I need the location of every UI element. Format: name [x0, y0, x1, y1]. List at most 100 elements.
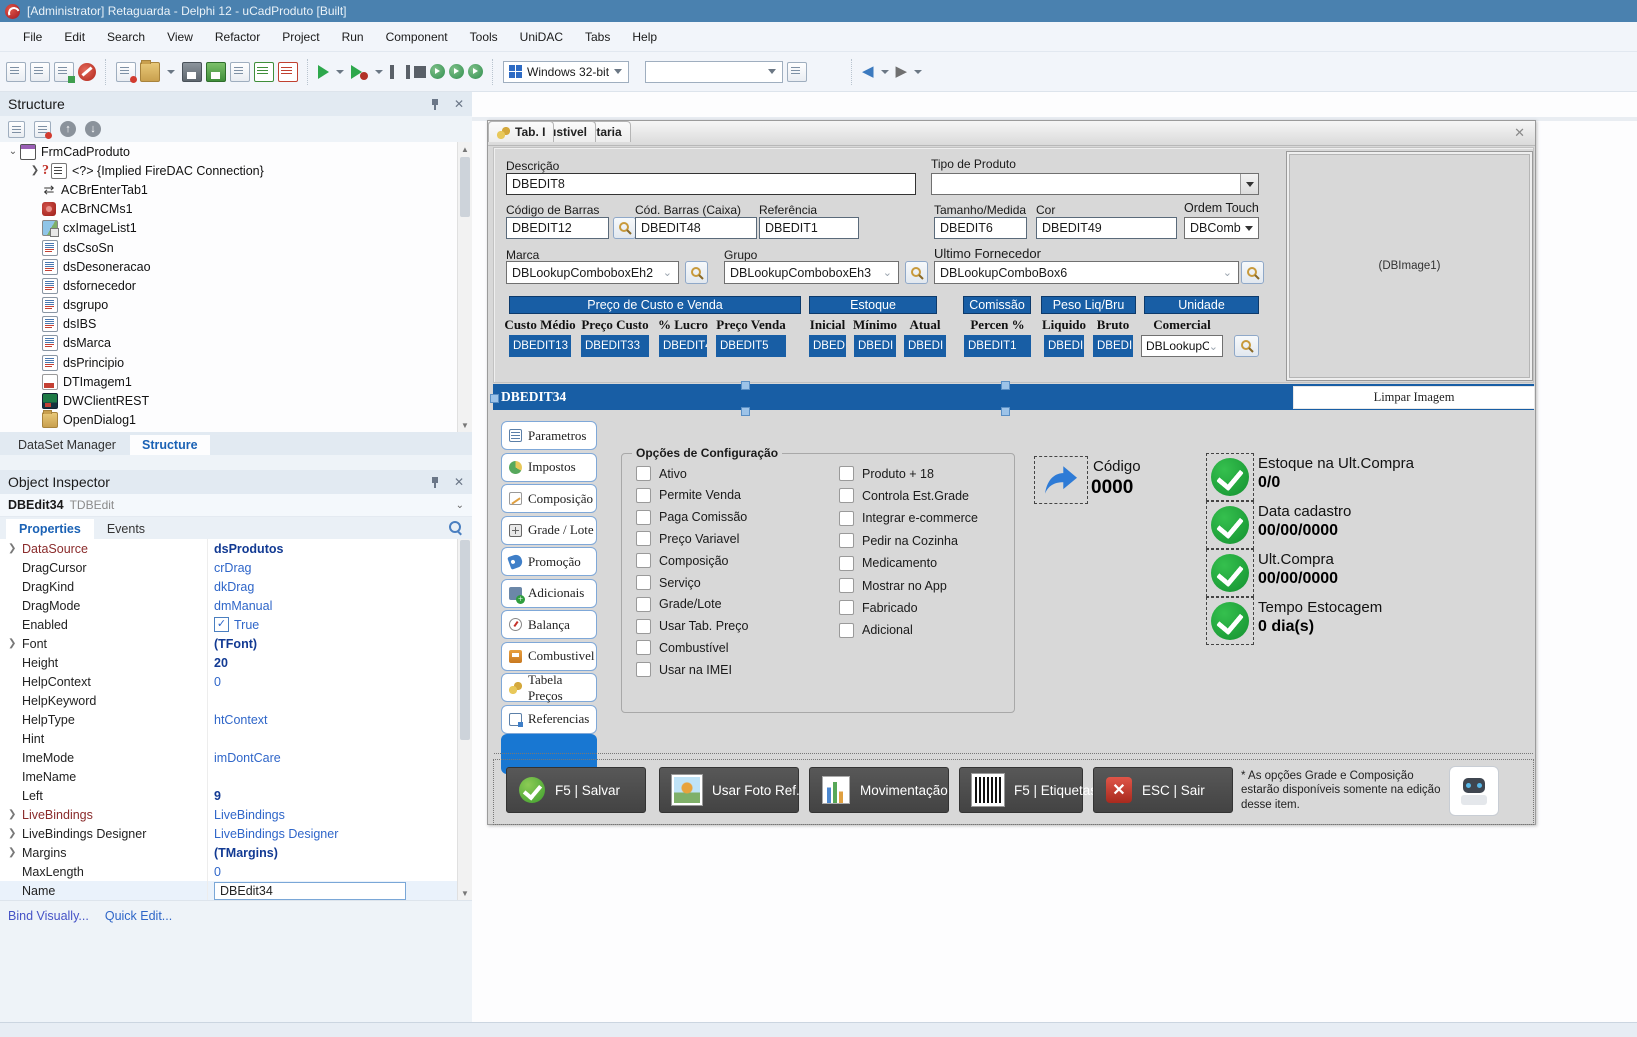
property-row-imemode[interactable]: ImeModeimDontCare — [0, 748, 472, 767]
structure-scrollbar[interactable]: ▲ ▼ — [457, 142, 472, 432]
expand-icon[interactable]: ❯ — [8, 543, 22, 554]
disable-icon[interactable] — [78, 63, 96, 81]
property-row-datasource[interactable]: ❯DataSourcedsProdutos — [0, 539, 472, 558]
price-field-m-nimo[interactable]: DBEDI — [854, 335, 896, 357]
menu-item-refactor[interactable]: Refactor — [204, 22, 271, 51]
checkbox-ativo[interactable]: Ativo — [636, 466, 687, 481]
unidade-search-button[interactable] — [1234, 335, 1259, 357]
step-out-icon[interactable] — [468, 64, 483, 79]
delete-item-icon[interactable] — [34, 121, 51, 138]
menu-item-edit[interactable]: Edit — [53, 22, 96, 51]
price-field-inicial[interactable]: DBEDI — [809, 335, 846, 357]
selection-handle[interactable] — [741, 381, 750, 390]
selection-handle[interactable] — [741, 407, 750, 416]
price-field-liquido[interactable]: DBEDI — [1044, 335, 1084, 357]
tamanho-input[interactable]: DBEDIT6 — [934, 217, 1027, 239]
platform-combo[interactable]: Windows 32-bit — [503, 61, 629, 83]
page-tab-tab-i[interactable]: Tab. I — [488, 121, 554, 142]
tree-item-dsdesoneracao[interactable]: dsDesoneracao — [0, 257, 472, 276]
side-nav-grade-lote[interactable]: Grade / Lote — [501, 516, 597, 545]
save-all-icon[interactable] — [206, 62, 226, 82]
menu-item-help[interactable]: Help — [621, 22, 668, 51]
grupo-combo[interactable]: DBLookupComboboxEh3⌄ — [724, 261, 899, 284]
inspector-pin-icon[interactable] — [430, 476, 440, 489]
expand-icon[interactable]: ❯ — [8, 638, 22, 649]
config-combo[interactable] — [645, 61, 783, 83]
property-value[interactable]: (TMargins) — [207, 843, 472, 862]
property-row-imename[interactable]: ImeName — [0, 767, 472, 786]
action-button-f5-etiquetas[interactable]: F5 | Etiquetas — [959, 767, 1083, 813]
tree-item-cximagelist1[interactable]: cxImageList1 — [0, 219, 472, 238]
forward-icon[interactable]: ▶ — [896, 64, 908, 79]
checkbox-unchecked-icon[interactable] — [839, 511, 854, 526]
checkbox-unchecked-icon[interactable] — [636, 619, 651, 634]
move-down-icon[interactable]: ↓ — [85, 121, 101, 137]
property-row-height[interactable]: Height20 — [0, 653, 472, 672]
side-nav-promo-o[interactable]: Promoção — [501, 547, 597, 576]
tree-item-dtimagem1[interactable]: DTImagem1 — [0, 372, 472, 391]
step-into-icon[interactable] — [449, 64, 464, 79]
ultimo-fornecedor-combo[interactable]: DBLookupComboBox6⌄ — [934, 261, 1239, 284]
checkbox-unchecked-icon[interactable] — [839, 533, 854, 548]
checkbox-grade-lote[interactable]: Grade/Lote — [636, 597, 722, 612]
side-nav-composi-o[interactable]: Composição — [501, 484, 597, 513]
structure-tab-structure[interactable]: Structure — [130, 435, 210, 455]
tree-item-opendialog1[interactable]: OpenDialog1 — [0, 411, 472, 430]
checkbox-unchecked-icon[interactable] — [839, 578, 854, 593]
checkbox-pre-o-variavel[interactable]: Preço Variavel — [636, 531, 739, 546]
menu-item-view[interactable]: View — [156, 22, 204, 51]
tree-expand-icon[interactable]: ❯ — [30, 165, 40, 176]
property-row-helpkeyword[interactable]: HelpKeyword — [0, 691, 472, 710]
action-button-usar-foto-ref[interactable]: Usar Foto Ref. — [659, 767, 799, 813]
action-button-f5-salvar[interactable]: F5 | Salvar — [506, 767, 646, 813]
checkbox-permite-venda[interactable]: Permite Venda — [636, 488, 741, 503]
checkbox-unchecked-icon[interactable] — [636, 488, 651, 503]
property-value[interactable]: dkDrag — [207, 577, 472, 596]
pin-icon[interactable] — [430, 98, 440, 111]
property-row-dragkind[interactable]: DragKinddkDrag — [0, 577, 472, 596]
table-export-icon[interactable] — [254, 62, 274, 82]
menu-item-search[interactable]: Search — [96, 22, 156, 51]
checkbox-composi-o[interactable]: Composição — [636, 553, 728, 568]
limpar-imagem-button[interactable]: Limpar Imagem — [1293, 386, 1535, 409]
checkbox-checked-icon[interactable]: ✓ — [214, 617, 229, 632]
inspector-object-selector[interactable]: DBEdit34 TDBEdit ⌄ — [0, 494, 472, 517]
tree-item-acbrentertab1[interactable]: ⇄ACBrEnterTab1 — [0, 180, 472, 199]
step-over-icon[interactable] — [430, 64, 445, 79]
tree-item-dsibs[interactable]: dsIBS — [0, 315, 472, 334]
inspector-link-bind-visually[interactable]: Bind Visually... — [8, 909, 89, 923]
paste-icon[interactable] — [30, 62, 50, 82]
referencia-input[interactable]: DBEDIT1 — [759, 217, 859, 239]
add-item-icon[interactable] — [8, 121, 25, 138]
property-row-livebindings[interactable]: ❯LiveBindingsLiveBindings — [0, 805, 472, 824]
property-row-maxlength[interactable]: MaxLength0 — [0, 862, 472, 881]
price-field-percen[interactable]: DBEDIT1 — [964, 335, 1031, 357]
property-value[interactable]: 20 — [207, 653, 472, 672]
property-value[interactable]: (TFont) — [207, 634, 472, 653]
assistant-robot-icon[interactable] — [1449, 766, 1499, 816]
codigo-barras-input[interactable]: DBEDIT12 — [506, 217, 609, 239]
move-up-icon[interactable]: ↑ — [60, 121, 76, 137]
menu-item-tools[interactable]: Tools — [459, 22, 509, 51]
tree-item-dscsosn[interactable]: dsCsoSn — [0, 238, 472, 257]
checkbox-controla-est-grade[interactable]: Controla Est.Grade — [839, 488, 969, 503]
checkbox-usar-na-imei[interactable]: Usar na IMEI — [636, 662, 732, 677]
grupo-search-button[interactable] — [905, 261, 928, 284]
price-field-bruto[interactable]: DBEDI — [1093, 335, 1133, 357]
selection-handle[interactable] — [1001, 407, 1010, 416]
checkbox-unchecked-icon[interactable] — [636, 662, 651, 677]
price-field-pre-o-venda[interactable]: DBEDIT5 — [716, 335, 786, 357]
property-row-helpcontext[interactable]: HelpContext0 — [0, 672, 472, 691]
close-panel-icon[interactable]: ✕ — [454, 97, 464, 111]
property-row-helptype[interactable]: HelpTypehtContext — [0, 710, 472, 729]
tipo-produto-combo[interactable] — [931, 173, 1259, 195]
apply-config-icon[interactable] — [787, 62, 807, 82]
expand-icon[interactable]: ❯ — [8, 828, 22, 839]
property-value[interactable]: 0 — [207, 862, 472, 881]
inspector-close-icon[interactable]: ✕ — [454, 475, 464, 489]
open-file-icon[interactable] — [140, 62, 160, 82]
checkbox-produto-18[interactable]: Produto + 18 — [839, 466, 934, 481]
checkbox-unchecked-icon[interactable] — [636, 597, 651, 612]
side-nav-impostos[interactable]: Impostos — [501, 453, 597, 482]
checkbox-fabricado[interactable]: Fabricado — [839, 600, 918, 615]
